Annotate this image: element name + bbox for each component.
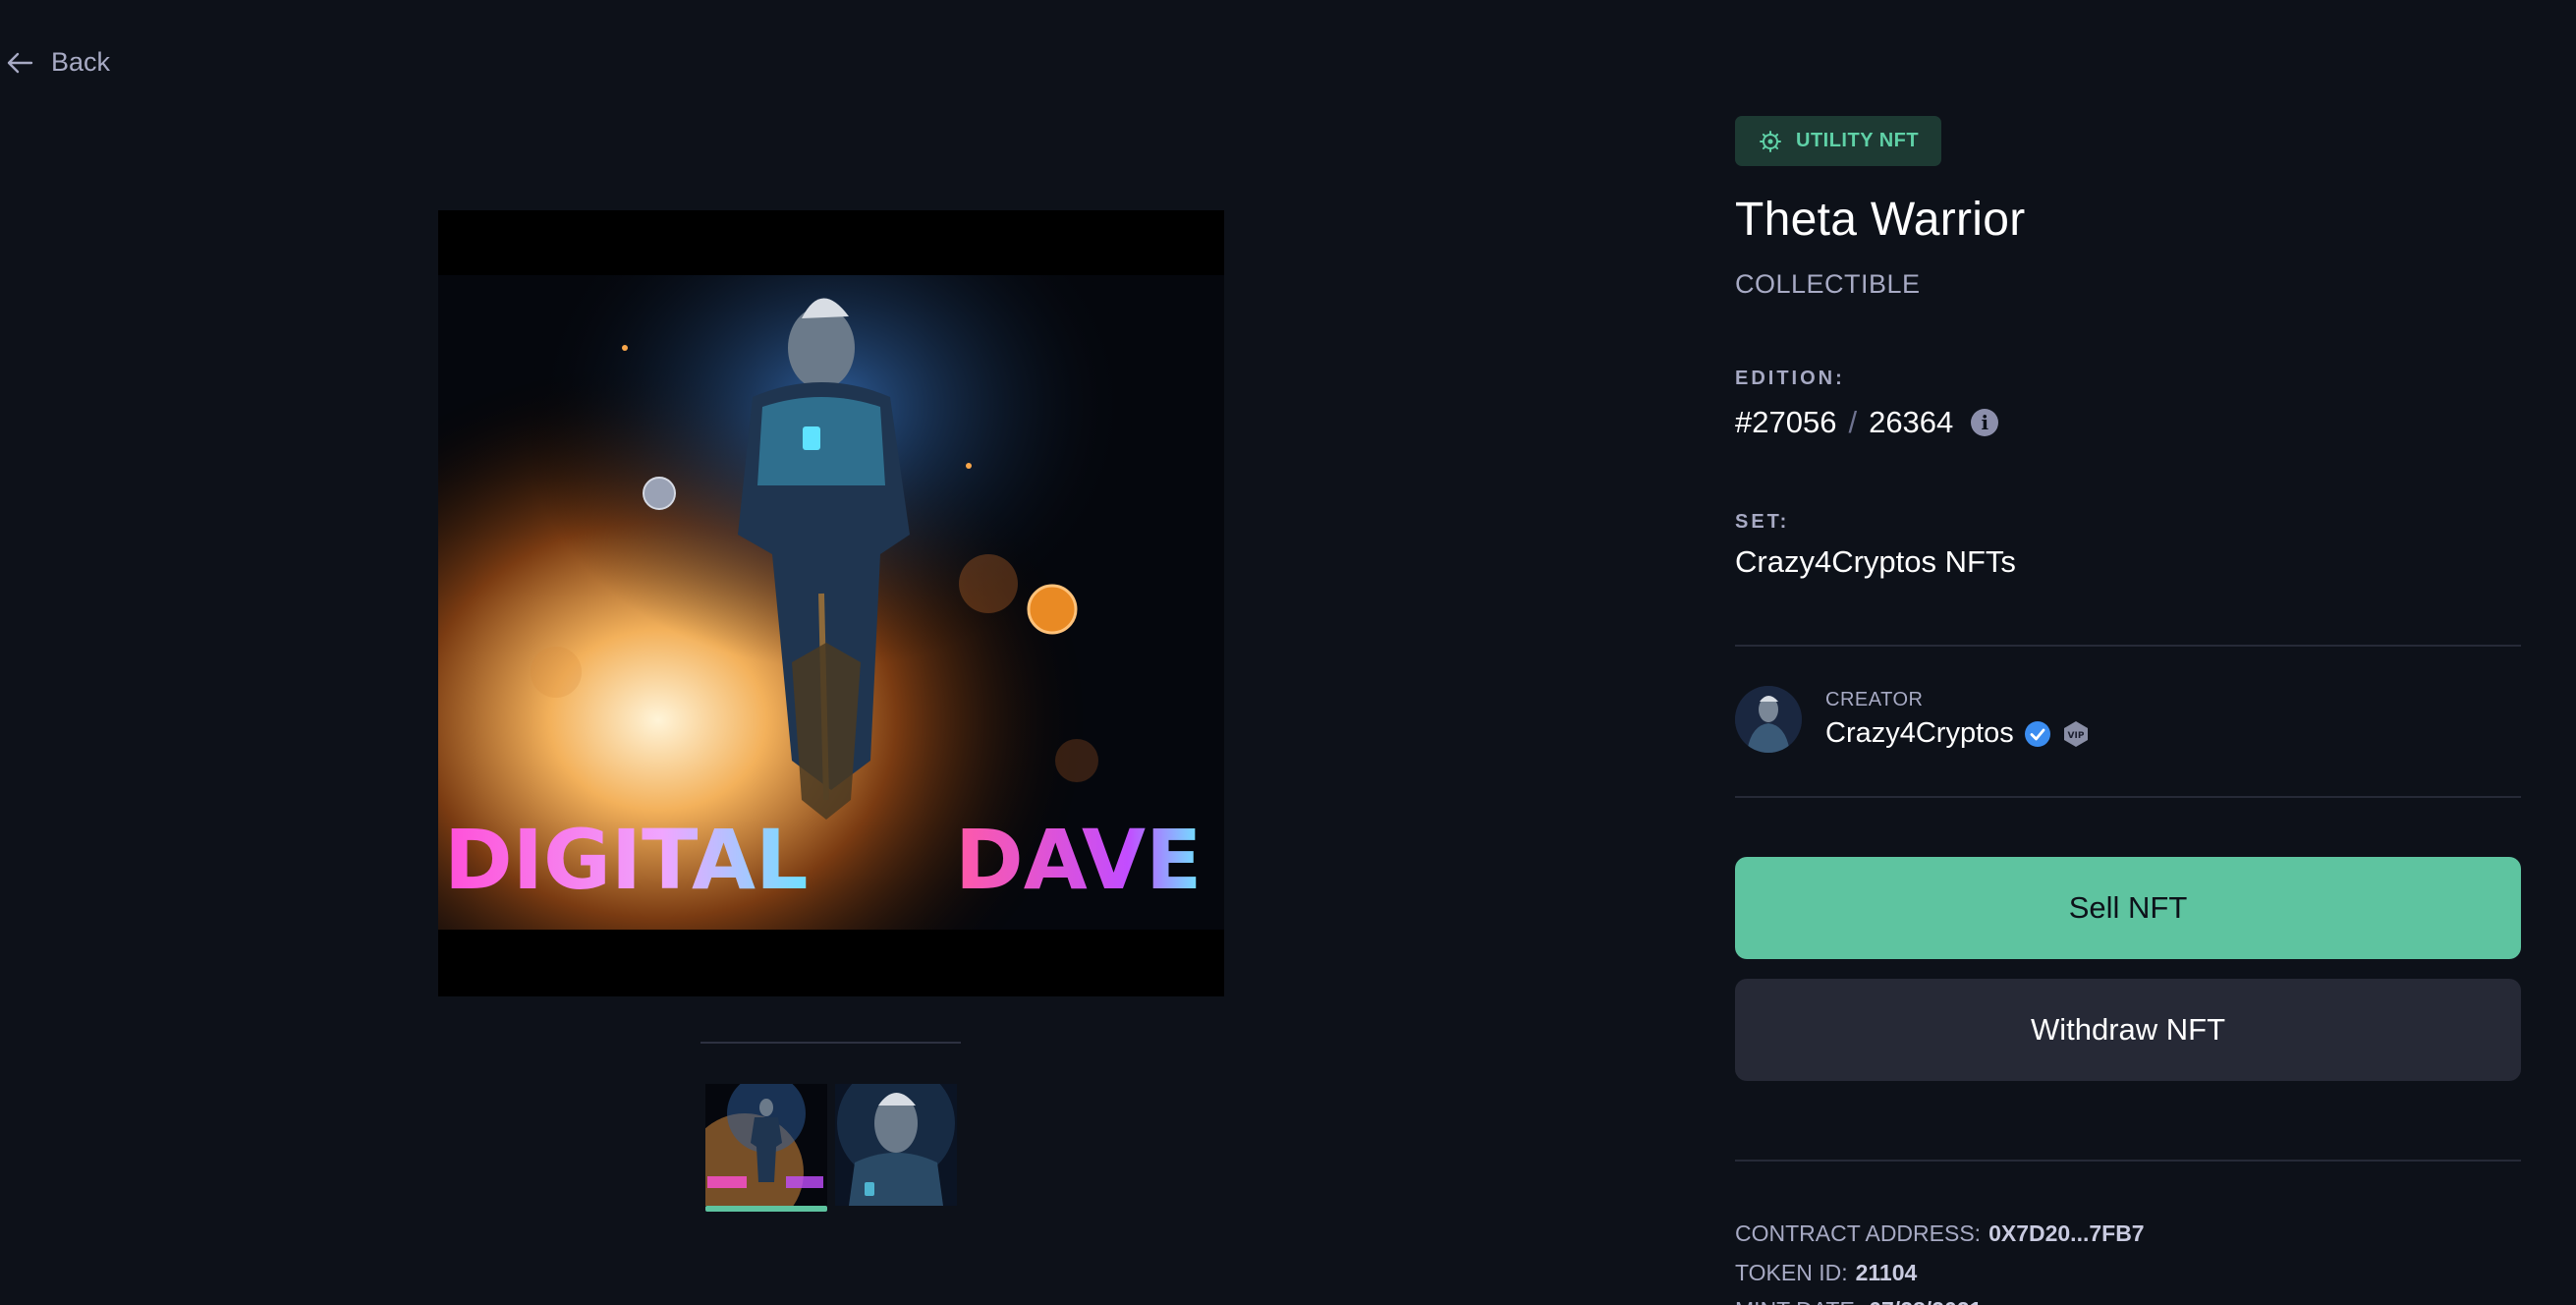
creator-avatar[interactable]	[1735, 686, 1802, 753]
verified-icon	[2024, 720, 2051, 748]
edition-label: EDITION:	[1735, 368, 1845, 389]
set-label: SET:	[1735, 511, 1790, 533]
back-label: Back	[51, 47, 111, 77]
thumbnail-artwork-closeup[interactable]	[835, 1084, 957, 1206]
back-link[interactable]: Back	[6, 47, 110, 78]
creator-info[interactable]: CREATOR Crazy4Cryptos VIP	[1735, 686, 2091, 753]
contract-address-label: CONTRACT ADDRESS:	[1735, 1220, 1982, 1246]
edition-number: #27056	[1735, 405, 1837, 439]
nft-category: COLLECTIBLE	[1735, 269, 1921, 299]
contract-address-value[interactable]: 0X7D20...7FB7	[1988, 1220, 2145, 1246]
set-value[interactable]: Crazy4Cryptos NFTs	[1735, 544, 2016, 580]
creator-text: CREATOR Crazy4Cryptos VIP	[1825, 689, 2091, 750]
creator-name[interactable]: Crazy4Cryptos	[1825, 717, 2014, 750]
divider	[1735, 1160, 2521, 1162]
thumbnail-artwork-front[interactable]	[705, 1084, 827, 1206]
edition-total: 26364	[1869, 405, 1954, 439]
mint-date-label: MINT DATE:	[1735, 1297, 1861, 1305]
nft-artwork: DIGITAL DAVE	[438, 210, 1224, 996]
mint-date-value: 07/28/2021	[1869, 1297, 1982, 1305]
nft-title: Theta Warrior	[1735, 194, 2026, 246]
artwork-logo-left: DIGITAL	[444, 812, 809, 908]
token-id-value: 21104	[1855, 1260, 1918, 1285]
divider	[1735, 796, 2521, 798]
divider	[1735, 645, 2521, 647]
mint-date-row: MINT DATE: 07/28/2021	[1735, 1297, 1982, 1305]
vip-badge-text: VIP	[2067, 731, 2084, 741]
withdraw-nft-button[interactable]: Withdraw NFT	[1735, 979, 2521, 1081]
contract-address-row: CONTRACT ADDRESS: 0X7D20...7FB7	[1735, 1220, 2145, 1247]
gear-icon	[1760, 130, 1781, 152]
arrow-left-icon	[7, 52, 33, 73]
info-icon[interactable]: i	[1971, 409, 1999, 436]
token-id-row: TOKEN ID: 21104	[1735, 1260, 1917, 1286]
token-id-label: TOKEN ID:	[1735, 1260, 1848, 1285]
badge-label: UTILITY NFT	[1796, 130, 1920, 151]
creator-name-row: Crazy4Cryptos VIP	[1825, 717, 2091, 750]
edition-separator: /	[1848, 405, 1858, 439]
edition-value: #27056 / 26364 i	[1735, 405, 1999, 440]
page: Back DIGITAL DAVE UTILITY NFT Theta Warr…	[0, 0, 2576, 1305]
creator-label: CREATOR	[1825, 689, 1924, 710]
vip-badge-icon: VIP	[2061, 719, 2091, 749]
thumbnail-active-indicator	[705, 1206, 827, 1212]
sell-nft-button[interactable]: Sell NFT	[1735, 857, 2521, 959]
utility-nft-badge: UTILITY NFT	[1735, 116, 1942, 166]
gallery-divider	[700, 1042, 961, 1044]
artwork-logo-right: DAVE	[955, 812, 1202, 908]
